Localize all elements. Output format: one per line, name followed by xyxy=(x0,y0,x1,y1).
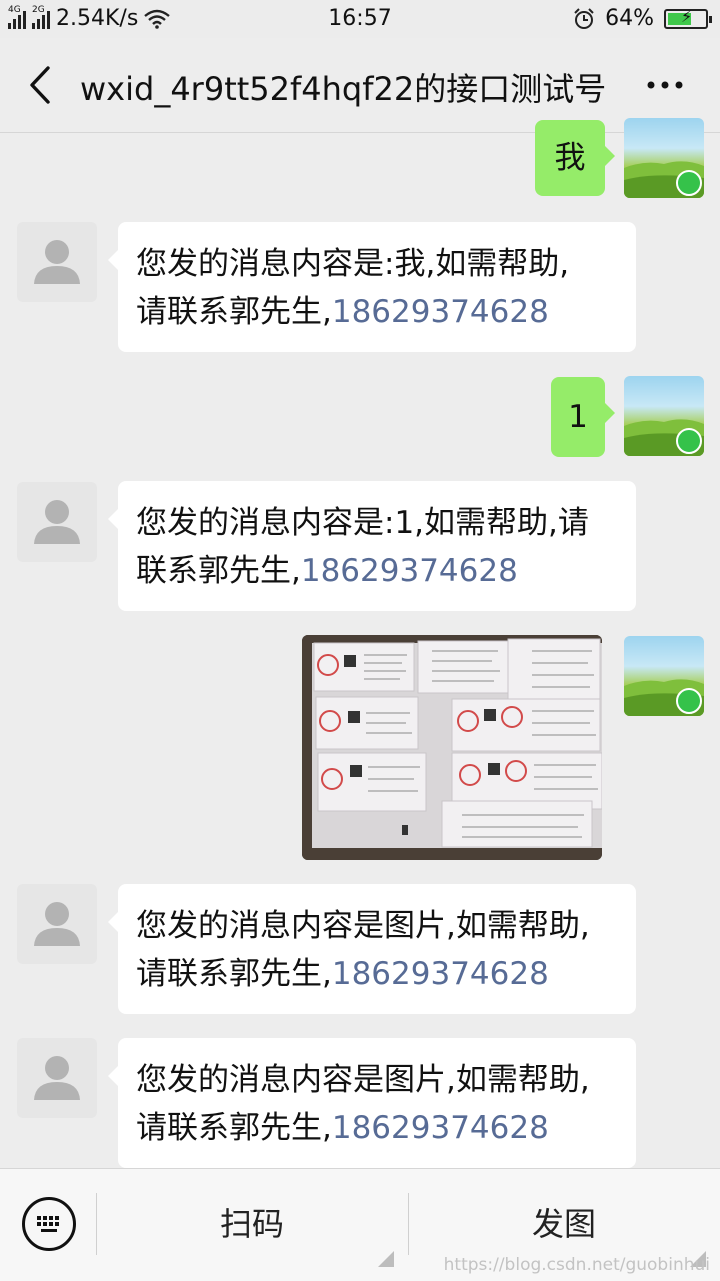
sent-image-receipts[interactable] xyxy=(302,635,602,860)
scan-button[interactable]: 扫码 xyxy=(152,1199,352,1245)
message-text: 我 xyxy=(554,140,586,176)
chat-header: wxid_4r9tt52f4hqf22的接口测试号 xyxy=(0,38,720,133)
message-bubble-sent[interactable]: 1 xyxy=(551,377,615,457)
my-avatar[interactable] xyxy=(624,636,704,716)
message-line: 您发的消息内容是图片,如需帮助, xyxy=(136,1062,590,1098)
message-text: 请联系郭先生, xyxy=(136,1110,332,1146)
send-image-button[interactable]: 发图 xyxy=(464,1199,664,1245)
more-dots-icon[interactable] xyxy=(640,60,690,110)
message-line: 请联系郭先生,18629374628 xyxy=(136,950,618,998)
message-line: 请联系郭先生,18629374628 xyxy=(136,288,618,336)
back-chevron-icon[interactable] xyxy=(22,60,62,110)
divider xyxy=(96,1193,97,1255)
my-avatar[interactable] xyxy=(624,376,704,456)
alarm-icon xyxy=(574,7,594,29)
status-bar: 4G 2G 2.54K/s 16:57 64% ⚡ xyxy=(0,0,720,38)
default-avatar-icon xyxy=(34,500,80,544)
receipts-photo-icon xyxy=(302,635,602,860)
message-bubble-received[interactable]: 您发的消息内容是:我,如需帮助, 请联系郭先生,18629374628 xyxy=(108,222,636,352)
message-line: 联系郭先生,18629374628 xyxy=(136,547,618,595)
message-bubble-sent[interactable]: 我 xyxy=(535,120,615,196)
verified-check-icon xyxy=(676,428,702,454)
phone-link[interactable]: 18629374628 xyxy=(332,1110,549,1146)
keyboard-icon[interactable] xyxy=(22,1197,76,1251)
chat-title: wxid_4r9tt52f4hqf22的接口测试号 xyxy=(80,70,607,108)
divider xyxy=(408,1193,409,1255)
verified-check-icon xyxy=(676,170,702,196)
default-avatar-icon xyxy=(34,902,80,946)
contact-avatar[interactable] xyxy=(17,1038,97,1118)
message-line: 您发的消息内容是:我,如需帮助, xyxy=(136,246,570,282)
message-bubble-received[interactable]: 您发的消息内容是图片,如需帮助, 请联系郭先生,18629374628 xyxy=(108,1038,636,1168)
message-bubble-received[interactable]: 您发的消息内容是图片,如需帮助, 请联系郭先生,18629374628 xyxy=(108,884,636,1014)
watermark: https://blog.csdn.net/guobinhui xyxy=(443,1255,710,1275)
message-line: 您发的消息内容是:1,如需帮助,请 xyxy=(136,505,589,541)
message-text: 请联系郭先生, xyxy=(136,294,332,330)
contact-avatar[interactable] xyxy=(17,884,97,964)
battery-percent: 64% xyxy=(605,6,654,31)
verified-check-icon xyxy=(676,688,702,714)
contact-avatar[interactable] xyxy=(17,482,97,562)
message-text: 1 xyxy=(568,399,588,435)
message-text: 联系郭先生, xyxy=(136,553,301,589)
message-text: 请联系郭先生, xyxy=(136,956,332,992)
status-right: 64% ⚡ xyxy=(573,6,712,31)
phone-link[interactable]: 18629374628 xyxy=(332,294,549,330)
contact-avatar[interactable] xyxy=(17,222,97,302)
message-line: 您发的消息内容是图片,如需帮助, xyxy=(136,908,590,944)
submenu-indicator-icon xyxy=(378,1251,394,1267)
bottom-menu-bar: 扫码 发图 https://blog.csdn.net/guobinhui xyxy=(0,1168,720,1281)
battery-icon: ⚡ xyxy=(664,6,712,29)
my-avatar[interactable] xyxy=(624,118,704,198)
message-line: 请联系郭先生,18629374628 xyxy=(136,1104,618,1152)
charging-icon: ⚡ xyxy=(681,6,693,26)
default-avatar-icon xyxy=(34,1056,80,1100)
phone-link[interactable]: 18629374628 xyxy=(332,956,549,992)
message-bubble-received[interactable]: 您发的消息内容是:1,如需帮助,请 联系郭先生,18629374628 xyxy=(108,481,636,611)
phone-link[interactable]: 18629374628 xyxy=(301,553,518,589)
default-avatar-icon xyxy=(34,240,80,284)
